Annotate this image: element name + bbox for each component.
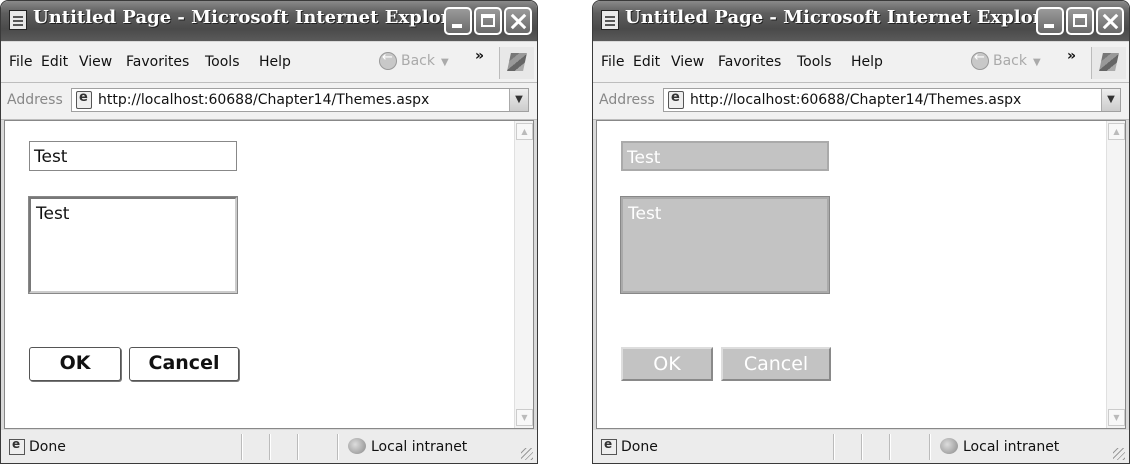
status-divider: [833, 434, 835, 460]
back-arrow-icon: [379, 50, 397, 70]
back-label: Back: [993, 53, 1027, 69]
menu-favorites[interactable]: Favorites: [718, 54, 781, 70]
address-input[interactable]: http://localhost:60688/Chapter14/Themes.…: [663, 88, 1121, 112]
menu-bar: File Edit View Favorites Tools Help Back…: [593, 42, 1129, 83]
maximize-icon[interactable]: [474, 7, 502, 35]
page-content: Test Test OK Cancel ▲ ▼: [596, 120, 1126, 429]
ok-button[interactable]: OK: [621, 347, 713, 381]
text-input[interactable]: Test: [29, 141, 237, 171]
back-button[interactable]: Back ▼: [971, 50, 1041, 74]
menu-file[interactable]: File: [9, 54, 32, 70]
menu-edit[interactable]: Edit: [41, 54, 68, 70]
menu-tools[interactable]: Tools: [797, 54, 832, 70]
address-bar: Address http://localhost:60688/Chapter14…: [1, 83, 537, 120]
scroll-up-icon[interactable]: ▲: [1108, 123, 1125, 140]
window-title: Untitled Page - Microsoft Internet Explo…: [625, 7, 1064, 28]
menu-view[interactable]: View: [79, 54, 112, 70]
ie-page-icon: [76, 90, 92, 109]
address-label: Address: [599, 92, 655, 108]
minimize-icon[interactable]: [1036, 7, 1064, 35]
back-button[interactable]: Back ▼: [379, 50, 449, 74]
status-divider: [241, 434, 243, 460]
browser-window-themed: Untitled Page - Microsoft Internet Explo…: [592, 0, 1130, 464]
ie-page-icon: [9, 437, 25, 455]
address-url[interactable]: http://localhost:60688/Chapter14/Themes.…: [690, 92, 1021, 108]
ie-page-icon: [9, 10, 27, 30]
close-icon[interactable]: [504, 7, 532, 35]
menu-tools[interactable]: Tools: [205, 54, 240, 70]
maximize-icon[interactable]: [1066, 7, 1094, 35]
status-text: Done: [621, 439, 658, 455]
scroll-up-icon[interactable]: ▲: [516, 123, 533, 140]
title-bar[interactable]: Untitled Page - Microsoft Internet Explo…: [593, 1, 1129, 41]
status-divider: [269, 434, 271, 460]
menu-help[interactable]: Help: [851, 54, 883, 70]
local-intranet-icon: [348, 438, 366, 454]
address-url[interactable]: http://localhost:60688/Chapter14/Themes.…: [98, 92, 429, 108]
vertical-scrollbar[interactable]: ▲ ▼: [514, 121, 533, 428]
toolbar-chevron[interactable]: »: [1067, 48, 1076, 64]
back-label: Back: [401, 53, 435, 69]
status-divider: [297, 434, 299, 460]
status-divider: [337, 434, 339, 460]
text-area[interactable]: Test: [620, 196, 830, 294]
close-icon[interactable]: [1096, 7, 1124, 35]
ie-page-icon: [601, 10, 619, 30]
status-bar: Done Local intranet: [1, 430, 537, 463]
address-input[interactable]: http://localhost:60688/Chapter14/Themes.…: [71, 88, 529, 112]
address-dropdown-icon[interactable]: ▼: [1101, 89, 1120, 111]
scroll-down-icon[interactable]: ▼: [1108, 409, 1125, 426]
resize-grip-icon[interactable]: [1113, 448, 1125, 460]
local-intranet-icon: [940, 438, 958, 454]
minimize-icon[interactable]: [444, 7, 472, 35]
cancel-button[interactable]: Cancel: [129, 347, 239, 381]
text-area[interactable]: Test: [28, 196, 238, 294]
menu-view[interactable]: View: [671, 54, 704, 70]
status-divider: [889, 434, 891, 460]
ie-page-icon: [668, 90, 684, 109]
title-bar[interactable]: Untitled Page - Microsoft Internet Explo…: [1, 1, 537, 41]
windows-logo-icon: [499, 47, 534, 79]
resize-grip-icon[interactable]: [521, 448, 533, 460]
security-zone-text: Local intranet: [963, 439, 1060, 455]
menu-edit[interactable]: Edit: [633, 54, 660, 70]
address-dropdown-icon[interactable]: ▼: [509, 89, 528, 111]
browser-window-default: Untitled Page - Microsoft Internet Explo…: [0, 0, 538, 464]
back-dropdown-icon[interactable]: ▼: [1033, 57, 1041, 68]
status-divider: [929, 434, 931, 460]
scroll-down-icon[interactable]: ▼: [516, 409, 533, 426]
back-dropdown-icon[interactable]: ▼: [441, 57, 449, 68]
toolbar-chevron[interactable]: »: [475, 48, 484, 64]
menu-favorites[interactable]: Favorites: [126, 54, 189, 70]
vertical-scrollbar[interactable]: ▲ ▼: [1106, 121, 1125, 428]
text-input[interactable]: Test: [621, 141, 829, 171]
ie-page-icon: [601, 437, 617, 455]
window-title: Untitled Page - Microsoft Internet Explo…: [33, 7, 472, 28]
cancel-button[interactable]: Cancel: [721, 347, 831, 381]
address-label: Address: [7, 92, 63, 108]
page-content: Test Test OK Cancel ▲ ▼: [4, 120, 534, 429]
back-arrow-icon: [971, 50, 989, 70]
status-divider: [861, 434, 863, 460]
status-text: Done: [29, 439, 66, 455]
security-zone-text: Local intranet: [371, 439, 468, 455]
menu-bar: File Edit View Favorites Tools Help Back…: [1, 42, 537, 83]
windows-logo-icon: [1091, 47, 1126, 79]
menu-file[interactable]: File: [601, 54, 624, 70]
status-bar: Done Local intranet: [593, 430, 1129, 463]
address-bar: Address http://localhost:60688/Chapter14…: [593, 83, 1129, 120]
ok-button[interactable]: OK: [29, 347, 121, 381]
menu-help[interactable]: Help: [259, 54, 291, 70]
